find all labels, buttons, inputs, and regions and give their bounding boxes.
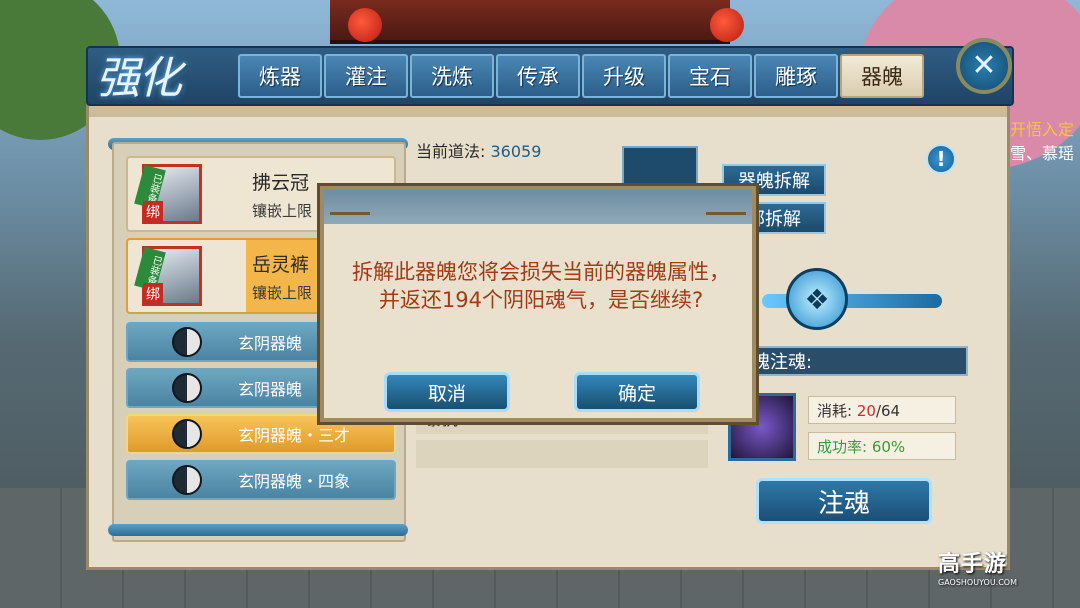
yin-yang-icon	[172, 327, 202, 357]
soul-icon	[622, 146, 698, 190]
tab-wash[interactable]: 洗炼	[410, 54, 494, 98]
soul-emblem-icon: ❖	[786, 268, 848, 330]
tab-refine[interactable]: 炼器	[238, 54, 322, 98]
side-text-line: 开悟入定	[1010, 120, 1075, 139]
item-name: 拂云冠	[252, 172, 310, 194]
item-name: 岳灵裤	[252, 254, 310, 276]
avatar: 已装备 绑	[134, 164, 202, 224]
row-label: 玄阴器魄	[238, 334, 303, 353]
table-row	[416, 440, 708, 468]
success-label: 成功率:	[817, 438, 868, 456]
cost-current: 20	[856, 402, 876, 420]
window-title: 强化	[96, 53, 182, 104]
tab-carve[interactable]: 雕琢	[754, 54, 838, 98]
watermark-text: 高手游	[938, 552, 1008, 577]
soul-row[interactable]: 玄阴器魄・四象	[126, 460, 396, 500]
side-text-line: 雪、慕瑶	[1010, 144, 1075, 163]
current-dao: 当前道法: 36059	[416, 138, 541, 162]
close-button[interactable]: ✕	[956, 38, 1012, 94]
side-notification: 开悟入定 雪、慕瑶	[1010, 118, 1080, 166]
current-dao-label: 当前道法:	[416, 142, 486, 161]
building-roof	[330, 0, 730, 44]
panel-border	[89, 105, 1007, 117]
watermark-logo: 高手游 GAOSHOUYOU.COM	[938, 546, 1062, 588]
confirm-dialog: 拆解此器魄您将会损失当前的器魄属性，并返还194个阴阳魂气，是否继续? 取消 确…	[320, 186, 756, 422]
success-row: 成功率: 60%	[808, 432, 956, 460]
info-icon[interactable]: !	[926, 144, 956, 174]
inject-button[interactable]: 注魂	[756, 478, 932, 524]
inject-header: 魄注魂:	[740, 346, 968, 376]
tab-inherit[interactable]: 传承	[496, 54, 580, 98]
row-label: 玄阴器魄・四象	[238, 472, 351, 491]
dialog-message: 拆解此器魄您将会损失当前的器魄属性，并返还194个阴阳魂气，是否继续?	[352, 260, 730, 312]
cost-row: 消耗: 20/64	[808, 396, 956, 424]
tab-infuse[interactable]: 灌注	[324, 54, 408, 98]
lantern	[348, 8, 382, 42]
cost-total: /64	[875, 402, 901, 420]
tab-upgrade[interactable]: 升级	[582, 54, 666, 98]
lantern	[710, 8, 744, 42]
dialog-header	[324, 190, 752, 224]
item-subtitle: 镶嵌上限	[252, 284, 313, 302]
avatar: 已装备 绑	[134, 246, 202, 306]
bind-badge: 绑	[143, 283, 163, 305]
yin-yang-icon	[172, 419, 202, 449]
close-icon: ✕	[971, 48, 997, 83]
list-bottom-cap	[108, 524, 408, 536]
header-bar: 强化 炼器 灌注 洗炼 传承 升级 宝石 雕琢 器魄	[86, 46, 1014, 106]
cost-label: 消耗:	[817, 402, 853, 420]
dialog-ornament	[706, 190, 746, 215]
bind-badge: 绑	[143, 201, 163, 223]
item-subtitle: 镶嵌上限	[252, 202, 313, 220]
row-label: 玄阴器魄	[238, 380, 303, 399]
success-value: 60%	[871, 438, 906, 456]
current-dao-value: 36059	[490, 142, 542, 161]
dialog-ornament	[330, 190, 370, 215]
yin-yang-icon	[172, 373, 202, 403]
row-label: 玄阴器魄・三才	[238, 426, 351, 445]
cancel-button[interactable]: 取消	[384, 372, 510, 412]
tab-bar: 炼器 灌注 洗炼 传承 升级 宝石 雕琢 器魄	[238, 54, 924, 98]
watermark-sub: GAOSHOUYOU.COM	[938, 578, 1018, 587]
yin-yang-icon	[172, 465, 202, 495]
tab-soul[interactable]: 器魄	[840, 54, 924, 98]
tab-gem[interactable]: 宝石	[668, 54, 752, 98]
confirm-button[interactable]: 确定	[574, 372, 700, 412]
